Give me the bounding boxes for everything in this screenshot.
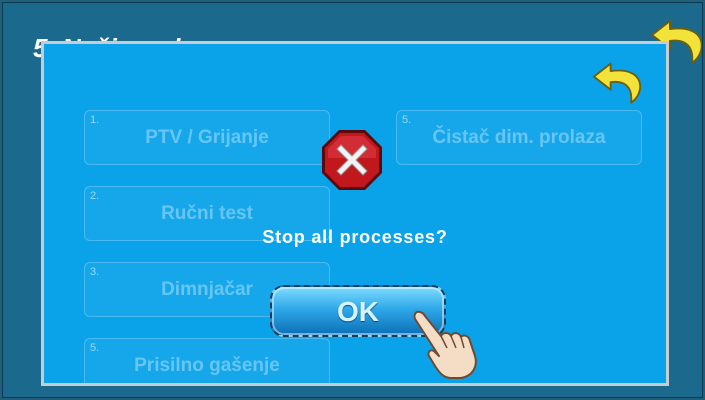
- dialog-back-button[interactable]: [590, 58, 648, 112]
- menu-tile-label: PTV / Grijanje: [145, 127, 269, 148]
- menu-tile-prisilno-gasenje: 5. Prisilno gašenje: [84, 338, 330, 383]
- menu-tile-number: 5.: [402, 114, 412, 126]
- confirm-dialog: 1. PTV / Grijanje 5. Čistač dim. prolaza…: [41, 41, 669, 386]
- menu-tile-cistac: 5. Čistač dim. prolaza: [396, 110, 642, 165]
- back-arrow-icon: [592, 62, 642, 104]
- menu-tile-label: Čistač dim. prolaza: [432, 127, 606, 148]
- stop-x-icon: [320, 128, 384, 197]
- pointing-hand-icon: [411, 306, 485, 383]
- menu-tile-label: Prisilno gašenje: [134, 355, 280, 376]
- menu-tile-number: 3.: [90, 266, 100, 278]
- menu-tile-number: 5.: [90, 342, 100, 354]
- menu-tile-number: 2.: [90, 190, 100, 202]
- dialog-message: Stop all processes?: [262, 227, 448, 247]
- hmi-screen: 5. Način rada 1. PTV / Grijanje 5. Čista…: [2, 2, 703, 398]
- menu-tile-ptv: 1. PTV / Grijanje: [84, 110, 330, 165]
- menu-tile-label: Ručni test: [161, 203, 253, 224]
- menu-tile-number: 1.: [90, 114, 100, 126]
